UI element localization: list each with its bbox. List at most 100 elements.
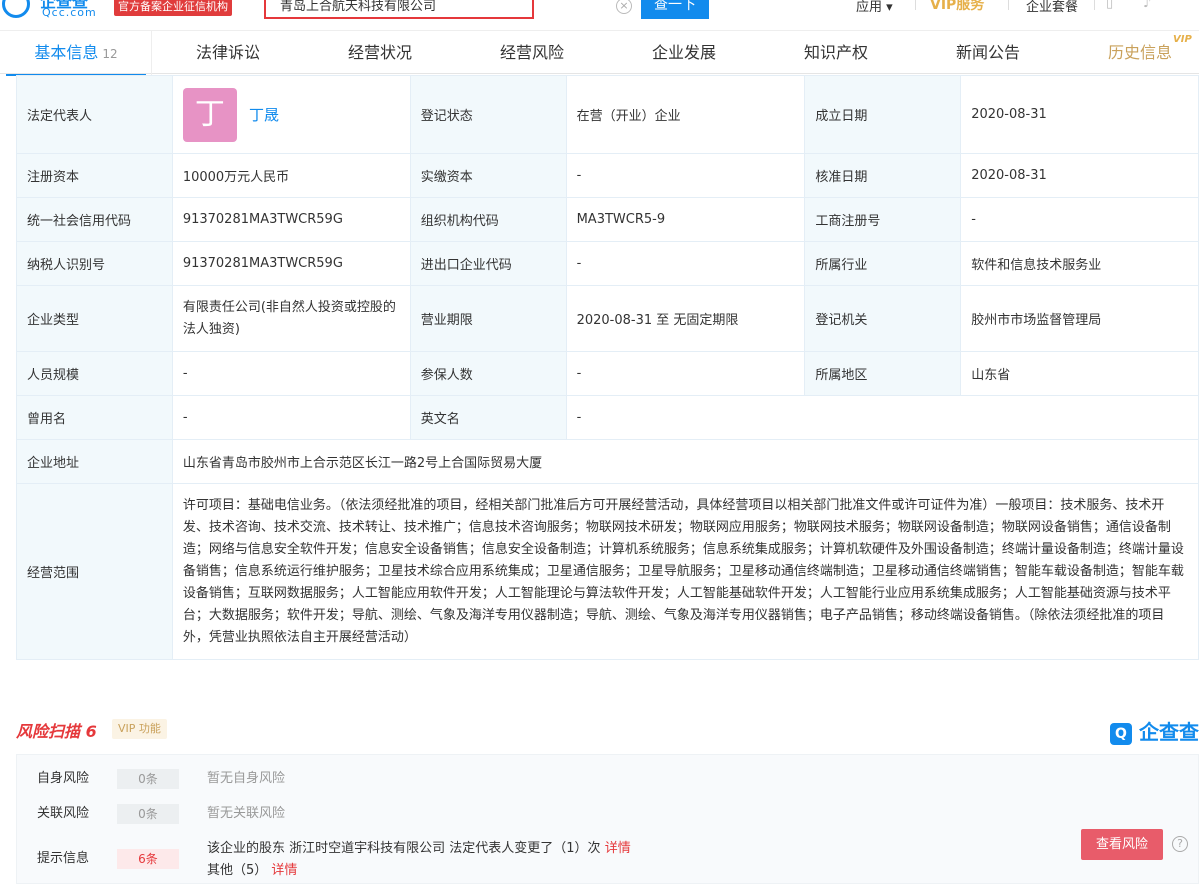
divider bbox=[915, 0, 916, 10]
tab-bar: 基本信息 12 法律诉讼 经营状况 经营风险 企业发展 知识产权 新闻公告 历史信… bbox=[0, 30, 1199, 76]
credit-code-value: 91370281MA3TWCR59G bbox=[171, 197, 411, 242]
reg-capital-label: 注册资本 bbox=[16, 153, 173, 198]
bell-icon[interactable]: ♪ bbox=[1143, 0, 1151, 11]
risk-text: 暂无关联风险 bbox=[207, 806, 286, 821]
table-row: 曾用名 - 英文名 - bbox=[16, 395, 1199, 440]
details-link[interactable]: 详情 bbox=[271, 863, 297, 878]
legal-rep-name-link[interactable]: 丁晟 bbox=[249, 106, 279, 124]
logo-english-text: Qcc.com bbox=[42, 6, 97, 19]
search-input[interactable] bbox=[280, 0, 520, 14]
legal-rep-label: 法定代表人 bbox=[16, 75, 173, 154]
help-icon[interactable]: ? bbox=[1172, 836, 1188, 852]
founded-value: 2020-08-31 bbox=[960, 75, 1199, 154]
apps-menu[interactable]: 应用 ▾ bbox=[856, 0, 893, 15]
address-value: 山东省青岛市胶州市上合示范区长江一路2号上合国际贸易大厦 bbox=[171, 439, 1199, 484]
brand-text: 企查查 bbox=[1138, 720, 1199, 744]
english-name-label: 英文名 bbox=[409, 395, 567, 440]
risk-text-body: 该企业的股东 浙江时空道宇科技有限公司 法定代表人变更了（1）次 bbox=[207, 841, 601, 856]
risk-panel: 自身风险 0条 暂无自身风险 关联风险 0条 暂无关联风险 提示信息 6条 该企… bbox=[16, 754, 1199, 884]
clear-search-icon[interactable]: × bbox=[616, 0, 632, 14]
taxpayer-value: 91370281MA3TWCR59G bbox=[171, 241, 411, 286]
table-row: 经营范围 许可项目：基础电信业务。（依法须经批准的项目，经相关部门批准后方可开展… bbox=[16, 483, 1199, 660]
company-type-value: 有限责任公司(非自然人投资或控股的法人独资) bbox=[171, 285, 411, 352]
import-export-value: - bbox=[565, 241, 806, 286]
industry-value: 软件和信息技术服务业 bbox=[960, 241, 1199, 286]
term-value: 2020-08-31 至 无固定期限 bbox=[565, 285, 806, 352]
table-row: 人员规模 - 参保人数 - 所属地区 山东省 bbox=[16, 351, 1199, 396]
table-row: 统一社会信用代码 91370281MA3TWCR59G 组织机构代码 MA3TW… bbox=[16, 197, 1199, 242]
paid-capital-value: - bbox=[565, 153, 806, 198]
tab-operations[interactable]: 经营状况 bbox=[310, 31, 450, 75]
vip-service-link[interactable]: VIP服务 bbox=[930, 0, 984, 14]
table-row: 企业地址 山东省青岛市胶州市上合示范区长江一路2号上合国际贸易大厦 bbox=[16, 439, 1199, 484]
approved-value: 2020-08-31 bbox=[960, 153, 1199, 198]
tab-label: 基本信息 bbox=[34, 43, 99, 62]
risk-label: 自身风险 bbox=[37, 771, 90, 786]
risk-label: 关联风险 bbox=[37, 806, 90, 821]
brand-logo-icon: Q bbox=[1110, 722, 1132, 745]
risk-scan-title: 风险扫描 6 bbox=[16, 722, 97, 741]
scope-label: 经营范围 bbox=[16, 483, 173, 660]
risk-extra-body: 其他（5） bbox=[207, 863, 268, 878]
avatar[interactable]: 丁 bbox=[182, 87, 237, 142]
table-row: 法定代表人 丁 丁晟 登记状态 在营（开业）企业 成立日期 2020-08-31 bbox=[16, 75, 1199, 154]
divider bbox=[1094, 0, 1095, 10]
vip-badge: VIP bbox=[1173, 34, 1192, 45]
search-box bbox=[264, 0, 534, 19]
region-value: 山东省 bbox=[960, 351, 1199, 396]
details-link[interactable]: 详情 bbox=[605, 841, 631, 856]
table-row: 注册资本 10000万元人民币 实缴资本 - 核准日期 2020-08-31 bbox=[16, 153, 1199, 198]
tab-news[interactable]: 新闻公告 bbox=[918, 31, 1058, 75]
table-row: 企业类型 有限责任公司(非自然人投资或控股的法人独资) 营业期限 2020-08… bbox=[16, 285, 1199, 352]
risk-label: 提示信息 bbox=[37, 851, 90, 866]
biz-reg-value: - bbox=[960, 197, 1199, 242]
tab-development[interactable]: 企业发展 bbox=[614, 31, 754, 75]
authority-value: 胶州市市场监督管理局 bbox=[960, 285, 1199, 352]
staff-value: - bbox=[171, 351, 411, 396]
company-info-table: 法定代表人 丁 丁晟 登记状态 在营（开业）企业 成立日期 2020-08-31… bbox=[16, 75, 1199, 660]
credit-code-label: 统一社会信用代码 bbox=[16, 197, 173, 242]
reg-capital-value: 10000万元人民币 bbox=[171, 153, 411, 198]
qcc-brand: Q 企查查 bbox=[1110, 716, 1199, 745]
industry-label: 所属行业 bbox=[804, 241, 962, 286]
risk-count[interactable]: 6条 bbox=[117, 849, 179, 869]
approved-label: 核准日期 bbox=[804, 153, 962, 198]
risk-count[interactable]: 0条 bbox=[117, 804, 179, 824]
qcc-logo[interactable]: 企查查 Qcc.com bbox=[0, 0, 110, 19]
address-label: 企业地址 bbox=[16, 439, 173, 484]
risk-text: 暂无自身风险 bbox=[207, 771, 286, 786]
term-label: 营业期限 bbox=[409, 285, 567, 352]
reg-status-label: 登记状态 bbox=[409, 75, 567, 154]
region-label: 所属地区 bbox=[804, 351, 962, 396]
authority-label: 登记机关 bbox=[804, 285, 962, 352]
packages-link[interactable]: 企业套餐 bbox=[1026, 0, 1078, 15]
tab-count: 12 bbox=[102, 47, 118, 61]
import-export-label: 进出口企业代码 bbox=[409, 241, 567, 286]
tab-ip[interactable]: 知识产权 bbox=[766, 31, 906, 75]
scope-value: 许可项目：基础电信业务。（依法须经批准的项目，经相关部门批准后方可开展经营活动，… bbox=[171, 483, 1199, 660]
vip-feature-badge: VIP 功能 bbox=[112, 719, 167, 739]
risk-extra-text: 其他（5） 详情 bbox=[207, 859, 297, 883]
mobile-icon[interactable]: ▯ bbox=[1106, 0, 1113, 11]
tab-basic-info[interactable]: 基本信息 12 bbox=[6, 31, 146, 76]
staff-label: 人员规模 bbox=[16, 351, 173, 396]
tab-litigation[interactable]: 法律诉讼 bbox=[158, 31, 298, 75]
tab-operation-risk[interactable]: 经营风险 bbox=[462, 31, 602, 75]
founded-label: 成立日期 bbox=[804, 75, 962, 154]
risk-count[interactable]: 0条 bbox=[117, 769, 179, 789]
check-risk-button[interactable]: 查看风险 bbox=[1081, 829, 1163, 860]
logo-mark-icon bbox=[2, 0, 30, 18]
org-code-label: 组织机构代码 bbox=[409, 197, 567, 242]
table-row: 纳税人识别号 91370281MA3TWCR59G 进出口企业代码 - 所属行业… bbox=[16, 241, 1199, 286]
company-type-label: 企业类型 bbox=[16, 285, 173, 352]
insured-value: - bbox=[565, 351, 806, 396]
official-badge: 官方备案企业征信机构 bbox=[114, 0, 232, 16]
legal-rep-cell: 丁 丁晟 bbox=[171, 75, 411, 154]
taxpayer-label: 纳税人识别号 bbox=[16, 241, 173, 286]
search-button[interactable]: 查一下 bbox=[641, 0, 709, 19]
reg-status-value: 在营（开业）企业 bbox=[565, 75, 806, 154]
top-bar: 企查查 Qcc.com 官方备案企业征信机构 × 查一下 应用 ▾ VIP服务 … bbox=[0, 0, 1199, 20]
insured-label: 参保人数 bbox=[409, 351, 567, 396]
paid-capital-label: 实缴资本 bbox=[409, 153, 567, 198]
former-name-value: - bbox=[171, 395, 411, 440]
